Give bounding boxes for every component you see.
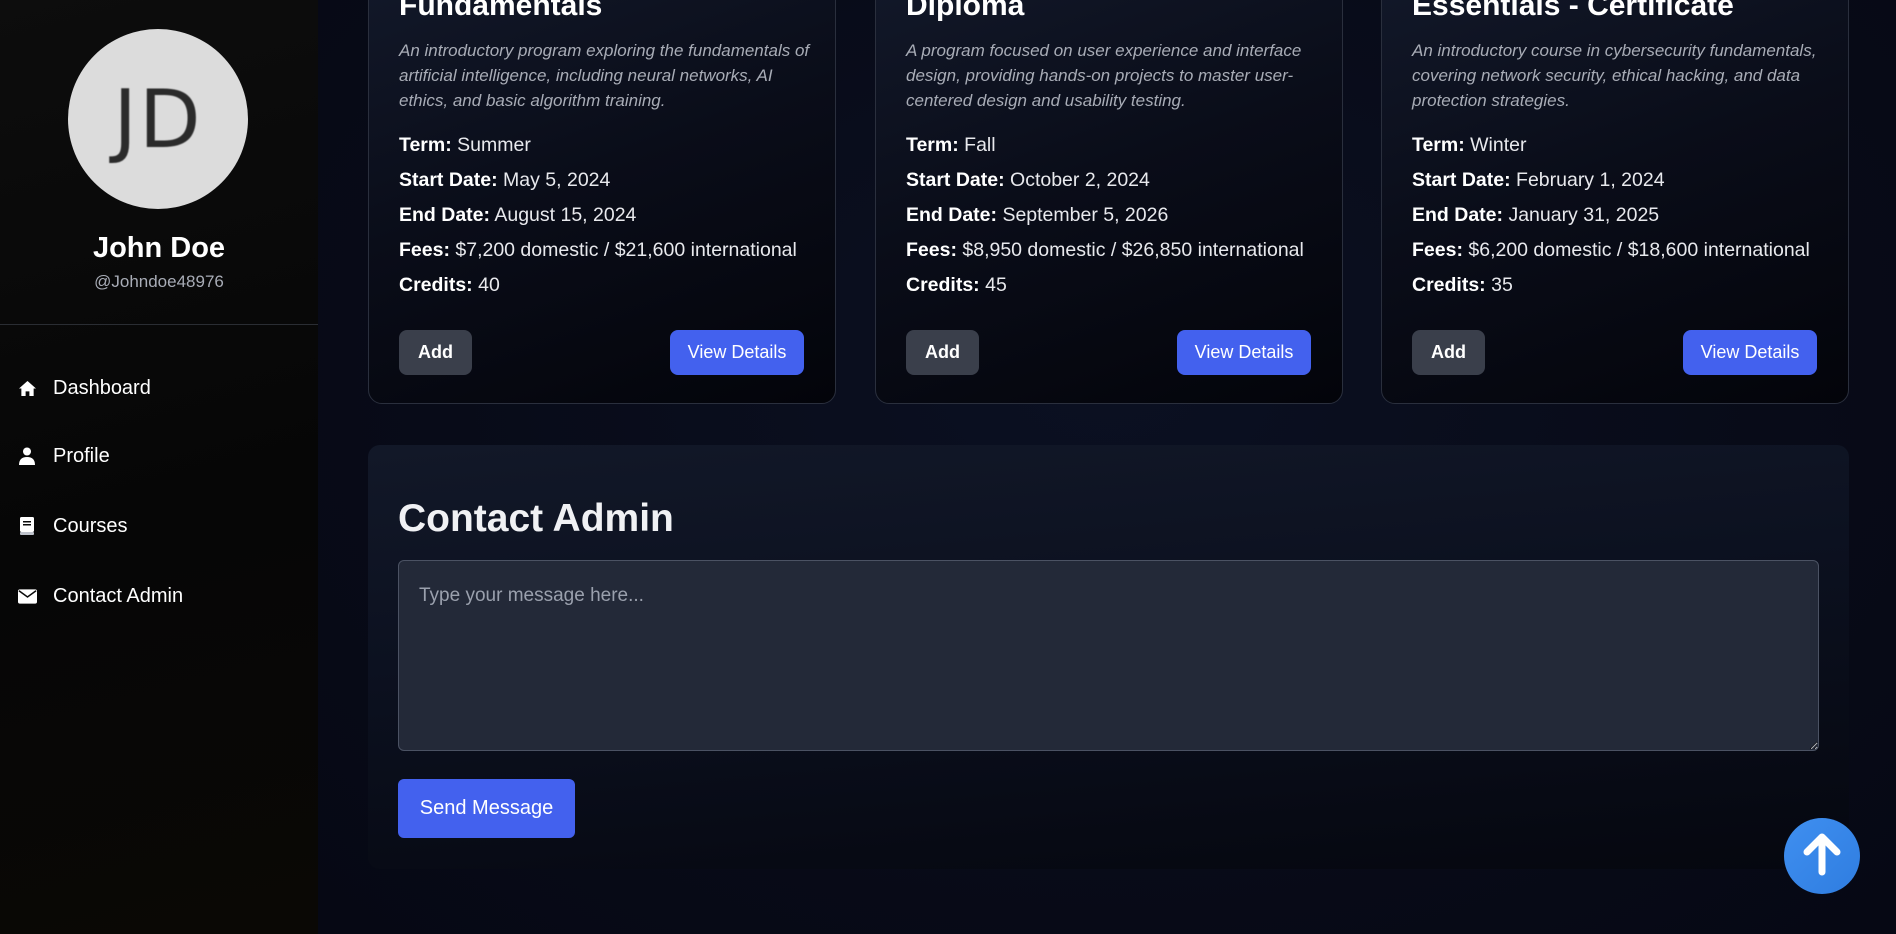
sidebar-divider	[0, 324, 318, 325]
course-card: Diploma A program focused on user experi…	[875, 0, 1343, 404]
scroll-to-top-button[interactable]	[1784, 818, 1860, 894]
view-details-button[interactable]: View Details	[1177, 330, 1311, 375]
sidebar: JD John Doe @Johndoe48976 Dashboard Prof…	[0, 0, 318, 934]
course-term: Term: Winter	[1412, 134, 1527, 156]
course-fees: Fees: $8,950 domestic / $26,850 internat…	[906, 239, 1304, 261]
course-card: Essentials - Certificate An introductory…	[1381, 0, 1849, 404]
course-description: An introductory program exploring the fu…	[399, 41, 810, 110]
course-fees: Fees: $6,200 domestic / $18,600 internat…	[1412, 239, 1810, 261]
envelope-icon	[17, 586, 37, 606]
add-course-button[interactable]: Add	[906, 330, 979, 375]
contact-admin-panel: Contact Admin Send Message	[368, 445, 1849, 869]
course-credits: Credits: 45	[906, 274, 1007, 296]
add-course-button[interactable]: Add	[1412, 330, 1485, 375]
avatar-initials: JD	[113, 72, 203, 166]
main-content: Fundamentals An introductory program exp…	[318, 0, 1896, 934]
sidebar-item-label: Dashboard	[53, 376, 151, 399]
course-description: An introductory course in cybersecurity …	[1412, 41, 1817, 110]
course-end-date: End Date: August 15, 2024	[399, 204, 637, 226]
arrow-up-icon	[1800, 832, 1844, 881]
course-credits: Credits: 35	[1412, 274, 1513, 296]
sidebar-item-dashboard[interactable]: Dashboard	[0, 365, 318, 411]
send-message-button[interactable]: Send Message	[398, 779, 575, 838]
message-input[interactable]	[398, 560, 1819, 751]
view-details-button[interactable]: View Details	[1683, 330, 1817, 375]
course-start-date: Start Date: February 1, 2024	[1412, 169, 1665, 191]
course-description: A program focused on user experience and…	[906, 41, 1302, 110]
course-start-date: Start Date: October 2, 2024	[906, 169, 1150, 191]
add-course-button[interactable]: Add	[399, 330, 472, 375]
sidebar-item-contact-admin[interactable]: Contact Admin	[0, 573, 318, 619]
user-handle: @Johndoe48976	[94, 272, 224, 291]
avatar: JD	[68, 29, 248, 209]
course-end-date: End Date: September 5, 2026	[906, 204, 1169, 226]
course-term: Term: Summer	[399, 134, 531, 156]
user-name: John Doe	[92, 232, 226, 264]
course-title: Diploma	[906, 0, 1025, 22]
book-icon	[17, 516, 37, 536]
course-end-date: End Date: January 31, 2025	[1412, 204, 1660, 226]
course-term: Term: Fall	[906, 134, 996, 156]
sidebar-item-label: Contact Admin	[53, 584, 184, 607]
course-title: Essentials - Certificate	[1412, 0, 1734, 22]
course-card: Fundamentals An introductory program exp…	[368, 0, 836, 404]
sidebar-item-label: Profile	[53, 444, 110, 467]
contact-title: Contact Admin	[398, 497, 674, 540]
view-details-button[interactable]: View Details	[670, 330, 804, 375]
sidebar-item-label: Courses	[53, 514, 128, 537]
home-icon	[17, 378, 37, 398]
course-start-date: Start Date: May 5, 2024	[399, 169, 611, 191]
sidebar-item-courses[interactable]: Courses	[0, 503, 318, 549]
course-credits: Credits: 40	[399, 274, 500, 296]
user-icon	[17, 446, 37, 466]
sidebar-item-profile[interactable]: Profile	[0, 433, 318, 479]
course-fees: Fees: $7,200 domestic / $21,600 internat…	[399, 239, 797, 261]
course-title: Fundamentals	[399, 0, 603, 22]
